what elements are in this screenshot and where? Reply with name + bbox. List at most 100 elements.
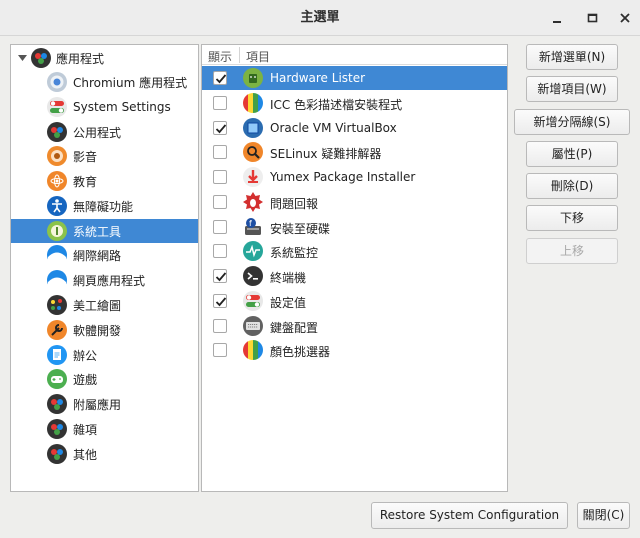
- show-checkbox[interactable]: [213, 343, 227, 357]
- properties-button[interactable]: 屬性(P): [526, 141, 618, 167]
- window-title: 主選單: [300, 10, 340, 25]
- close-icon[interactable]: [617, 9, 635, 27]
- list-item-label: Oracle VM VirtualBox: [270, 121, 397, 135]
- virtualbox-icon: [243, 118, 263, 138]
- tree-item-label: 其他: [73, 447, 98, 462]
- list-item-system-monitor[interactable]: 系統監控: [202, 239, 507, 263]
- list-item-yumex[interactable]: Yumex Package Installer: [202, 165, 507, 189]
- close-button[interactable]: 關閉(C): [577, 502, 630, 529]
- list-item-selinux[interactable]: SELinux 疑難排解器: [202, 140, 507, 164]
- list-item-icc-installer[interactable]: ICC 色彩描述檔安裝程式: [202, 91, 507, 115]
- show-checkbox[interactable]: [213, 121, 227, 135]
- delete-button[interactable]: 刪除(D): [526, 173, 618, 199]
- list-item-label: 系統監控: [270, 246, 319, 260]
- maximize-icon[interactable]: [584, 9, 602, 27]
- move-down-button[interactable]: 下移: [526, 205, 618, 231]
- show-checkbox[interactable]: [213, 195, 227, 209]
- tree-item-development[interactable]: 軟體開發: [11, 318, 198, 342]
- list-item-color-picker[interactable]: 顏色挑選器: [202, 338, 507, 362]
- list-item-hardware-lister[interactable]: Hardware Lister: [202, 66, 507, 90]
- tree-item-label: 影音: [73, 149, 98, 164]
- tree-item-label: 附屬應用: [73, 397, 122, 412]
- menu-items-list[interactable]: 顯示 項目 Hardware Lister ICC 色彩描述檔安裝程式 Orac…: [201, 44, 508, 492]
- tree-item-internet[interactable]: 網際網路: [11, 243, 198, 267]
- accessories-icon: [47, 394, 67, 414]
- multimedia-icon: [47, 146, 67, 166]
- list-item-terminal[interactable]: 終端機: [202, 264, 507, 288]
- settings-icon: [243, 291, 263, 311]
- install-to-disk-icon: f: [243, 217, 263, 237]
- column-header-show[interactable]: 顯示: [208, 48, 232, 65]
- terminal-icon: [243, 266, 263, 286]
- tree-item-graphics[interactable]: 美工繪圖: [11, 293, 198, 317]
- tree-item-other[interactable]: 其他: [11, 442, 198, 466]
- tree-item-office[interactable]: 辦公: [11, 343, 198, 367]
- show-checkbox[interactable]: [213, 145, 227, 159]
- restore-config-button[interactable]: Restore System Configuration: [371, 502, 568, 529]
- tree-item-system-tools[interactable]: 系統工具: [11, 219, 198, 243]
- new-item-button[interactable]: 新增項目(W): [526, 76, 618, 102]
- list-item-label: 問題回報: [270, 197, 319, 211]
- menu-tree[interactable]: 應用程式 Chromium 應用程式 System Settings 公用程式 …: [10, 44, 199, 492]
- list-item-install-to-disk[interactable]: f 安裝至硬碟: [202, 215, 507, 239]
- expander-arrow-icon[interactable]: [18, 54, 27, 62]
- keyboard-icon: [243, 316, 263, 336]
- minimize-icon[interactable]: [549, 9, 567, 27]
- list-item-label: Yumex Package Installer: [270, 170, 416, 184]
- new-separator-button[interactable]: 新增分隔線(S): [514, 109, 630, 135]
- list-header: 顯示 項目: [202, 45, 507, 65]
- web-apps-icon: [47, 270, 67, 290]
- show-checkbox[interactable]: [213, 71, 227, 85]
- tree-item-games[interactable]: 遊戲: [11, 367, 198, 391]
- internet-icon: [47, 245, 67, 265]
- list-item-label: 終端機: [270, 271, 307, 285]
- tree-item-label: 辦公: [73, 348, 98, 363]
- system-tools-icon: [47, 221, 67, 241]
- show-checkbox[interactable]: [213, 244, 227, 258]
- new-menu-button[interactable]: 新增選單(N): [526, 44, 618, 70]
- color-profile-icon: [243, 93, 263, 113]
- tree-item-label: 教育: [73, 174, 98, 189]
- selinux-icon: [243, 142, 263, 162]
- tree-item-label: 公用程式: [73, 125, 122, 140]
- show-checkbox[interactable]: [213, 96, 227, 110]
- svg-text:f: f: [249, 219, 252, 228]
- list-item-keyboard-layout[interactable]: 鍵盤配置: [202, 314, 507, 338]
- list-item-label: 安裝至硬碟: [270, 222, 331, 236]
- tree-item-label: 無障礙功能: [73, 199, 134, 214]
- show-checkbox[interactable]: [213, 269, 227, 283]
- tree-item-chromium[interactable]: Chromium 應用程式: [11, 70, 198, 94]
- list-item-settings[interactable]: 設定值: [202, 289, 507, 313]
- chromium-icon: [47, 72, 67, 92]
- tree-item-label: 網際網路: [73, 248, 122, 263]
- tree-root-label: 應用程式: [56, 51, 105, 66]
- color-picker-icon: [243, 340, 263, 360]
- show-checkbox[interactable]: [213, 220, 227, 234]
- office-icon: [47, 345, 67, 365]
- column-header-item[interactable]: 項目: [246, 48, 270, 65]
- show-checkbox[interactable]: [213, 170, 227, 184]
- tree-item-multimedia[interactable]: 影音: [11, 144, 198, 168]
- show-checkbox[interactable]: [213, 319, 227, 333]
- tree-item-accessories[interactable]: 附屬應用: [11, 392, 198, 416]
- tree-item-misc[interactable]: 雜項: [11, 417, 198, 441]
- column-separator: [239, 47, 240, 63]
- tree-item-system-settings[interactable]: System Settings: [11, 95, 198, 119]
- tree-item-web-apps[interactable]: 網頁應用程式: [11, 268, 198, 292]
- tree-item-utilities[interactable]: 公用程式: [11, 120, 198, 144]
- development-icon: [47, 320, 67, 340]
- list-item-virtualbox[interactable]: Oracle VM VirtualBox: [202, 116, 507, 140]
- move-up-button[interactable]: 上移: [526, 238, 618, 264]
- tree-item-education[interactable]: 教育: [11, 169, 198, 193]
- tree-item-label: 軟體開發: [73, 323, 122, 338]
- list-item-label: 顏色挑選器: [270, 345, 331, 359]
- accessibility-icon: [47, 196, 67, 216]
- tree-root-applications[interactable]: 應用程式: [11, 46, 198, 70]
- tree-item-accessibility[interactable]: 無障礙功能: [11, 194, 198, 218]
- tree-item-label: 美工繪圖: [73, 298, 122, 313]
- show-checkbox[interactable]: [213, 294, 227, 308]
- tree-item-label: 雜項: [73, 422, 98, 437]
- list-item-bug-report[interactable]: 問題回報: [202, 190, 507, 214]
- games-icon: [47, 369, 67, 389]
- misc-icon: [47, 419, 67, 439]
